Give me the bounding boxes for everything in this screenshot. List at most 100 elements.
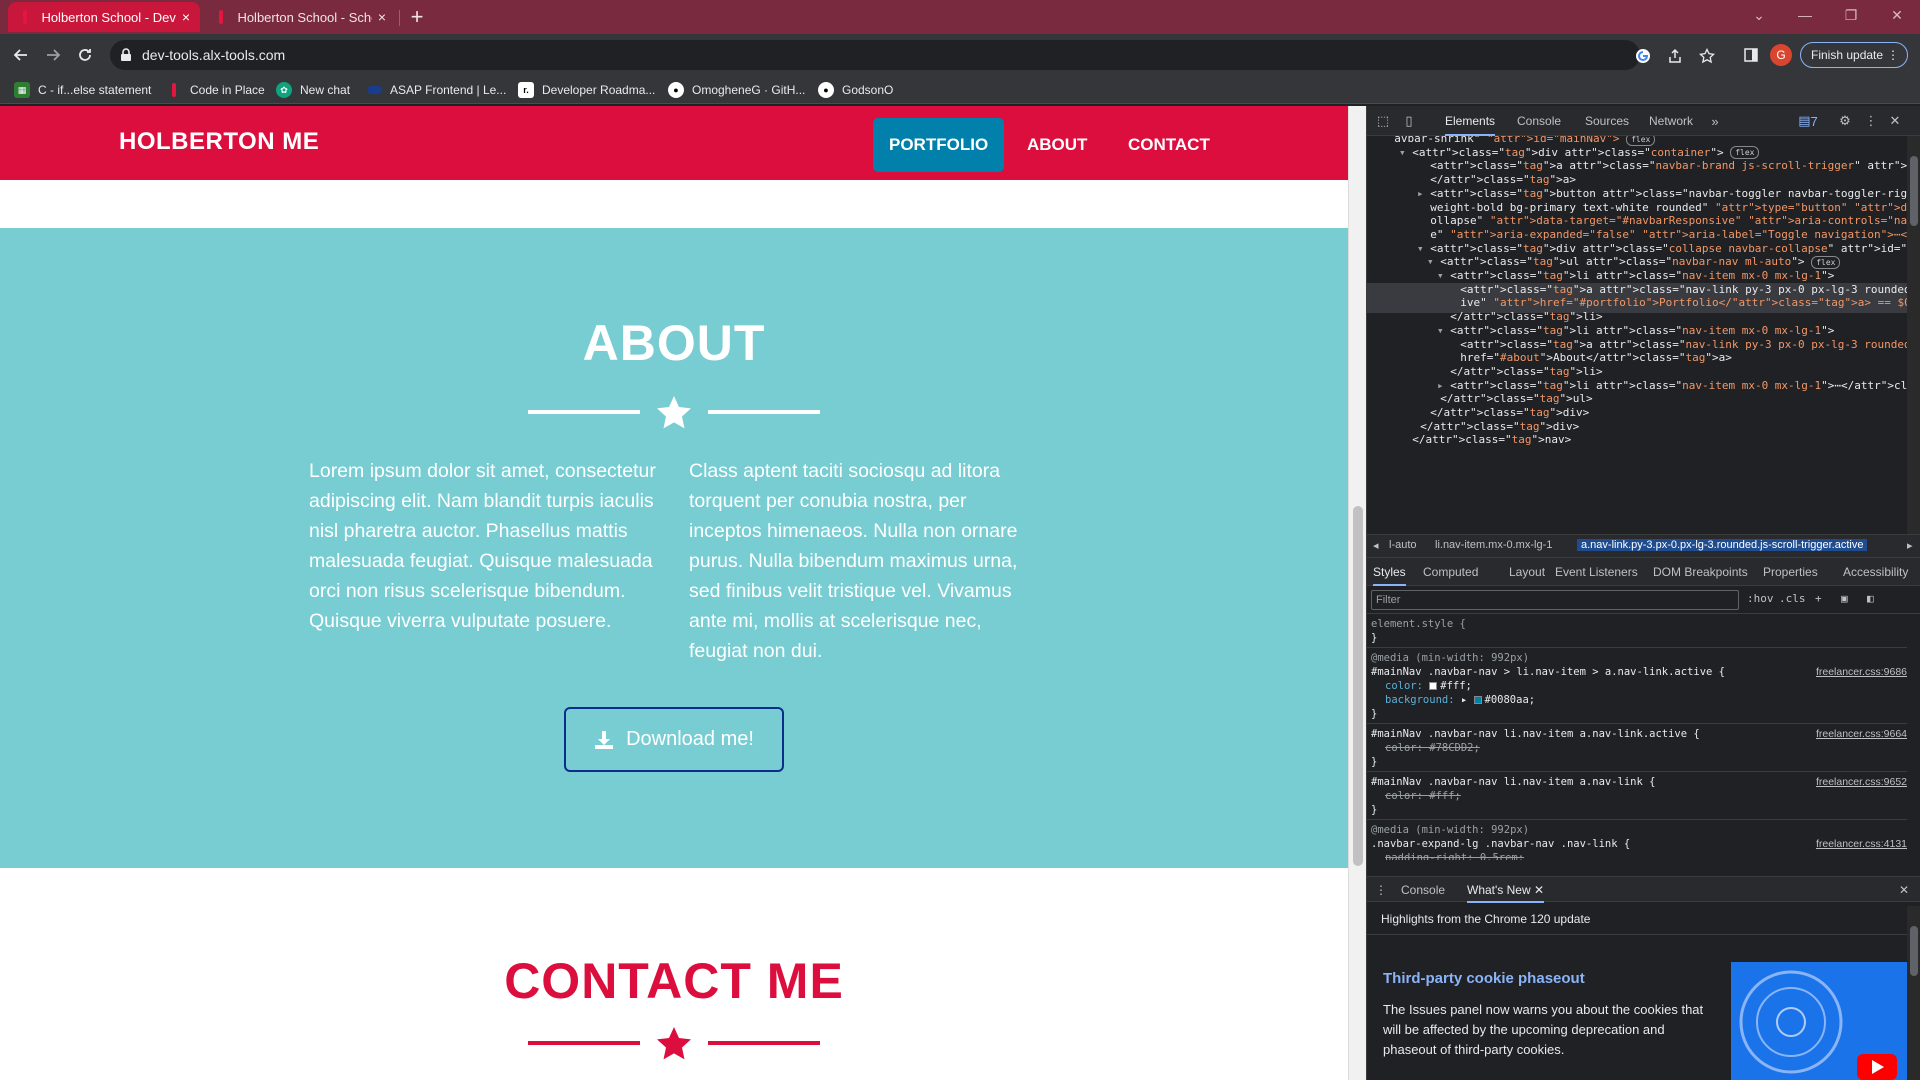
dom-tree-scrollbar[interactable] — [1907, 136, 1920, 536]
subtab-properties[interactable]: Properties — [1763, 558, 1818, 586]
bookmark-item[interactable]: Code in Place — [166, 81, 265, 99]
dom-node-line[interactable]: </attr">class="tag">nav> — [1367, 433, 1907, 450]
drawer-menu-icon[interactable]: ⋮ — [1375, 877, 1387, 903]
device-toolbar-icon[interactable]: ▯ — [1401, 113, 1417, 129]
breadcrumb-item[interactable]: l-auto — [1389, 539, 1417, 551]
page-scrollbar[interactable] — [1348, 106, 1366, 1080]
devtools-tab-elements[interactable]: Elements — [1445, 106, 1496, 136]
download-button[interactable]: Download me! — [564, 707, 784, 772]
subtab-layout[interactable]: Layout — [1509, 558, 1545, 586]
color-swatch[interactable] — [1473, 696, 1482, 704]
reload-icon[interactable] — [72, 42, 98, 68]
scrollbar-thumb[interactable] — [1910, 926, 1918, 976]
restore-icon[interactable]: ❐ — [1828, 0, 1874, 30]
close-drawer-icon[interactable]: ✕ — [1899, 877, 1909, 903]
close-devtools-icon[interactable]: ✕ — [1887, 113, 1903, 129]
minimize-icon[interactable]: — — [1782, 0, 1828, 30]
more-tabs-icon[interactable]: » — [1707, 113, 1723, 129]
overridden-declaration: color: #78CDD2; — [1385, 742, 1480, 754]
drawer-tab-whats-new[interactable]: What's New ✕ — [1467, 877, 1545, 903]
subtab-styles[interactable]: Styles — [1373, 558, 1406, 586]
subtab-accessibility[interactable]: Accessibility — [1843, 558, 1908, 586]
bookmark-item[interactable]: ● GodsonO — [818, 81, 893, 99]
bookmark-item[interactable]: ▦ C - if...else statement — [14, 81, 151, 99]
dom-tree[interactable]: avbar-shrink" "attr">id="mainNav"> flex ▾… — [1367, 136, 1907, 534]
bookmark-label: OmogheneG · GitH... — [692, 83, 806, 97]
hov-toggle[interactable]: :hov — [1747, 592, 1774, 605]
sheets-icon: ▦ — [14, 82, 30, 98]
rule-separator — [1367, 723, 1907, 724]
rule-close: } — [1371, 708, 1378, 720]
forward-icon[interactable] — [40, 42, 66, 68]
alx-icon — [368, 86, 382, 94]
nav-link-portfolio[interactable]: PORTFOLIO — [873, 118, 1005, 172]
side-panel-icon[interactable] — [1738, 42, 1764, 68]
breadcrumb-back-icon[interactable]: ◂ — [1373, 539, 1379, 552]
add-rule-icon[interactable]: + — [1815, 592, 1822, 605]
site-brand[interactable]: HOLBERTON ME — [119, 128, 319, 156]
divider-line — [708, 1041, 820, 1045]
whats-new-highlights: Highlights from the Chrome 120 update — [1381, 912, 1591, 926]
sidebar-toggle-icon[interactable]: ◧ — [1867, 592, 1874, 605]
google-lens-icon[interactable] — [1634, 47, 1652, 65]
paint-icon[interactable]: ▣ — [1841, 592, 1848, 605]
breadcrumb: ◂ l-auto li.nav-item.mx-0.mx-lg-1 a.nav-… — [1367, 534, 1920, 558]
nav-link-contact[interactable]: CONTACT — [1112, 118, 1226, 172]
tab-search-icon[interactable]: ⌄ — [1736, 0, 1782, 30]
profile-avatar[interactable]: G — [1770, 44, 1792, 66]
rule-selector: #mainNav .navbar-nav > li.nav-item > a.n… — [1371, 666, 1907, 678]
browser-tab-2[interactable]: Holberton School - School of Co × — [204, 2, 396, 32]
source-link[interactable]: freelancer.css:9664 — [1816, 728, 1907, 740]
bookmark-item[interactable]: ● OmogheneG · GitH... — [668, 81, 805, 99]
page-scrollbar-thumb[interactable] — [1353, 506, 1363, 866]
source-link[interactable]: freelancer.css:9652 — [1816, 776, 1907, 788]
selector-text: #mainNav .navbar-nav li.nav-item a.nav-l… — [1371, 728, 1700, 740]
devtools-tab-network[interactable]: Network — [1649, 106, 1693, 136]
cls-toggle[interactable]: .cls — [1779, 592, 1806, 605]
subtab-computed[interactable]: Computed — [1423, 558, 1478, 586]
color-swatch[interactable] — [1429, 682, 1438, 690]
whats-new-title[interactable]: Third-party cookie phaseout — [1383, 970, 1585, 987]
kebab-menu-icon[interactable]: ⋮ — [1863, 113, 1879, 129]
devtools-tab-sources[interactable]: Sources — [1585, 106, 1629, 136]
subtab-event-listeners[interactable]: Event Listeners — [1555, 558, 1638, 586]
bookmark-item[interactable]: ASAP Frontend | Le... — [368, 81, 506, 99]
media-query: @media (min-width: 992px) — [1371, 652, 1530, 664]
drawer-tab-console[interactable]: Console — [1401, 877, 1445, 903]
bookmark-item[interactable]: ✿ New chat — [276, 81, 350, 99]
scrollbar-thumb[interactable] — [1910, 156, 1918, 226]
issues-badge[interactable]: ▤ 7 — [1795, 113, 1821, 129]
share-icon[interactable] — [1666, 47, 1684, 65]
close-tab-icon[interactable]: × — [378, 10, 386, 24]
window-close-icon[interactable]: ✕ — [1874, 0, 1920, 30]
breadcrumb-item-active[interactable]: a.nav-link.py-3.px-0.px-lg-3.rounded.js-… — [1577, 539, 1868, 551]
bookmark-item[interactable]: r. Developer Roadma... — [518, 81, 655, 99]
rule-selector: #mainNav .navbar-nav li.nav-item a.nav-l… — [1371, 728, 1907, 740]
close-tab-icon[interactable]: × — [182, 10, 190, 24]
close-tab-icon[interactable]: ✕ — [1534, 883, 1544, 897]
whats-new-scrollbar[interactable] — [1907, 906, 1920, 1080]
settings-gear-icon[interactable]: ⚙ — [1837, 113, 1853, 129]
devtools-tab-console[interactable]: Console — [1517, 106, 1561, 136]
site-info-icon[interactable] — [120, 48, 132, 67]
source-link[interactable]: freelancer.css:4131 — [1816, 838, 1907, 850]
nav-link-about[interactable]: ABOUT — [1011, 118, 1103, 172]
rule-selector: .navbar-expand-lg .navbar-nav .nav-link … — [1371, 838, 1907, 850]
devtools-tabbar: ⬚ ▯ Elements Console Sources Network » ▤… — [1367, 106, 1920, 136]
breadcrumb-item[interactable]: li.nav-item.mx-0.mx-lg-1 — [1435, 539, 1552, 551]
back-icon[interactable] — [8, 42, 34, 68]
divider-line — [528, 1041, 640, 1045]
new-tab-button[interactable]: + — [404, 4, 430, 30]
subtab-dom-breakpoints[interactable]: DOM Breakpoints — [1653, 558, 1748, 586]
styles-filter-input[interactable]: Filter — [1371, 590, 1739, 610]
bookmark-star-icon[interactable] — [1698, 47, 1716, 65]
selector-text: .navbar-expand-lg .navbar-nav .nav-link … — [1371, 838, 1631, 850]
browser-tab-1[interactable]: Holberton School - Developer to × — [8, 2, 200, 32]
source-link[interactable]: freelancer.css:9686 — [1816, 666, 1907, 678]
finish-update-button[interactable]: Finish update ⋮ — [1800, 42, 1908, 68]
address-bar[interactable]: dev-tools.alx-tools.com — [110, 40, 1715, 70]
video-thumbnail[interactable] — [1731, 962, 1907, 1080]
breadcrumb-forward-icon[interactable]: ▸ — [1907, 539, 1913, 552]
bookmark-label: C - if...else statement — [38, 83, 152, 97]
inspect-element-icon[interactable]: ⬚ — [1375, 113, 1391, 129]
